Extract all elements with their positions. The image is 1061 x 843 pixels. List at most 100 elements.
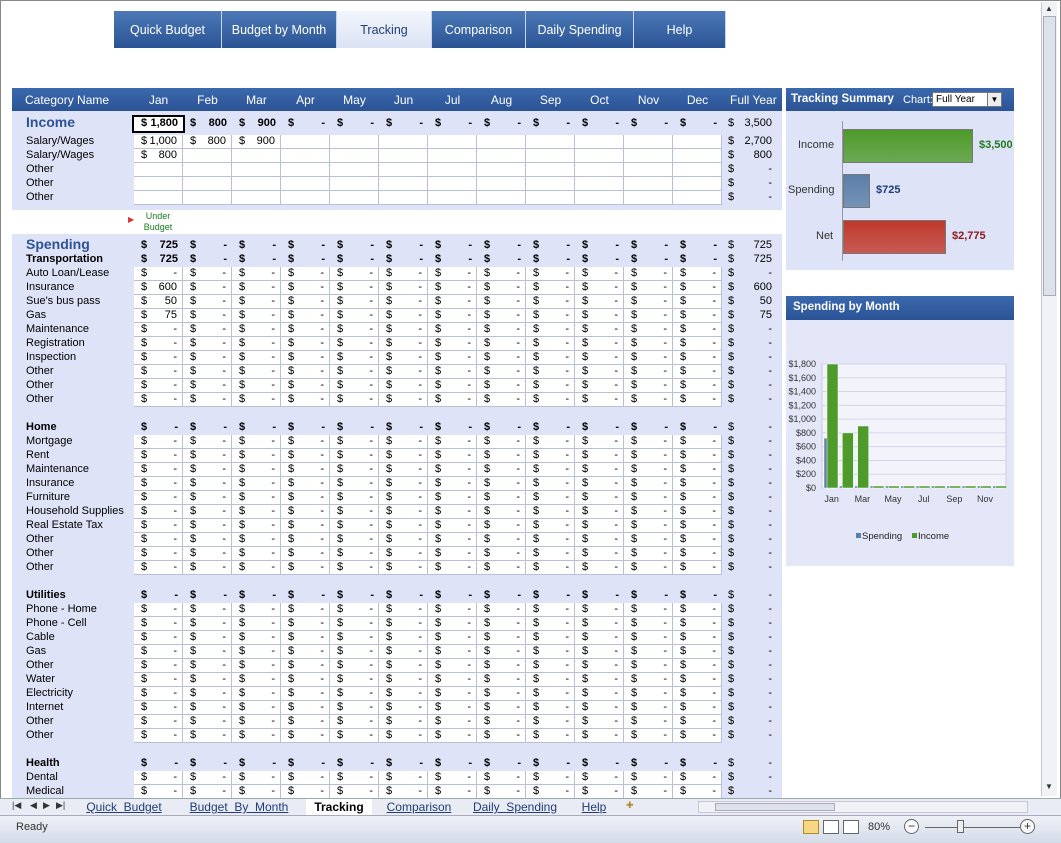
month-cell[interactable]: $ - bbox=[281, 519, 330, 533]
month-cell[interactable]: $ - bbox=[477, 281, 526, 295]
month-cell[interactable]: $ - bbox=[526, 715, 575, 729]
month-cell[interactable]: $ - bbox=[183, 589, 232, 603]
month-cell[interactable]: $ - bbox=[428, 589, 477, 603]
month-cell[interactable]: $ - bbox=[330, 701, 379, 715]
month-cell[interactable]: $ - bbox=[330, 309, 379, 323]
month-cell[interactable]: $ - bbox=[575, 561, 624, 575]
month-cell[interactable] bbox=[330, 191, 379, 205]
month-cell[interactable]: $ - bbox=[330, 631, 379, 645]
month-cell[interactable]: $ - bbox=[281, 421, 330, 435]
month-cell[interactable]: $ - bbox=[575, 337, 624, 351]
month-cell[interactable]: $ - bbox=[281, 295, 330, 309]
month-cell[interactable]: $ - bbox=[330, 659, 379, 673]
month-cell[interactable]: $900 bbox=[232, 117, 281, 131]
month-cell[interactable]: $ - bbox=[232, 701, 281, 715]
month-cell[interactable]: $ - bbox=[281, 617, 330, 631]
month-cell[interactable]: $ - bbox=[232, 379, 281, 393]
month-cell[interactable]: $ - bbox=[526, 239, 575, 253]
month-cell[interactable]: $ - bbox=[330, 239, 379, 253]
nav-tab-help[interactable]: Help bbox=[634, 11, 726, 48]
month-cell[interactable]: $ - bbox=[134, 351, 183, 365]
month-cell[interactable]: $ - bbox=[232, 785, 281, 799]
month-cell[interactable]: $ - bbox=[624, 379, 673, 393]
month-cell[interactable]: $ - bbox=[232, 449, 281, 463]
month-cell[interactable] bbox=[673, 177, 722, 191]
month-cell[interactable]: $ - bbox=[379, 505, 428, 519]
month-cell[interactable]: $ - bbox=[575, 281, 624, 295]
month-cell[interactable]: $ - bbox=[624, 645, 673, 659]
month-cell[interactable]: $ - bbox=[183, 295, 232, 309]
prev-sheet-icon[interactable]: ◀ bbox=[30, 800, 37, 811]
month-cell[interactable]: $ - bbox=[624, 267, 673, 281]
month-cell[interactable]: $ - bbox=[232, 771, 281, 785]
month-cell[interactable]: $ - bbox=[477, 547, 526, 561]
month-cell[interactable]: $ - bbox=[232, 309, 281, 323]
month-cell[interactable]: $ - bbox=[183, 239, 232, 253]
month-cell[interactable]: $ - bbox=[526, 631, 575, 645]
month-cell[interactable]: $ - bbox=[183, 477, 232, 491]
month-cell[interactable]: $ - bbox=[232, 631, 281, 645]
month-cell[interactable]: $ - bbox=[526, 323, 575, 337]
month-cell[interactable] bbox=[673, 191, 722, 205]
month-cell[interactable]: $800 bbox=[183, 117, 232, 131]
month-cell[interactable]: $ - bbox=[575, 295, 624, 309]
month-cell[interactable]: $ - bbox=[526, 365, 575, 379]
month-cell[interactable]: $ - bbox=[673, 393, 722, 407]
month-cell[interactable]: $ - bbox=[183, 687, 232, 701]
month-cell[interactable] bbox=[575, 191, 624, 205]
month-cell[interactable]: $ - bbox=[183, 267, 232, 281]
month-cell[interactable]: $ - bbox=[575, 491, 624, 505]
month-cell[interactable]: $ - bbox=[183, 365, 232, 379]
month-cell[interactable]: $ - bbox=[477, 463, 526, 477]
month-cell[interactable]: $ - bbox=[379, 491, 428, 505]
month-cell[interactable]: $ - bbox=[428, 309, 477, 323]
month-cell[interactable] bbox=[526, 163, 575, 177]
month-cell[interactable]: $ - bbox=[281, 365, 330, 379]
month-cell[interactable]: $ - bbox=[673, 117, 722, 131]
month-cell[interactable]: $ - bbox=[477, 267, 526, 281]
month-cell[interactable]: $ - bbox=[281, 491, 330, 505]
month-cell[interactable]: $ - bbox=[428, 715, 477, 729]
month-cell[interactable]: $ - bbox=[134, 687, 183, 701]
month-cell[interactable]: $ - bbox=[232, 253, 281, 267]
month-cell[interactable]: $ - bbox=[281, 267, 330, 281]
month-cell[interactable]: $ - bbox=[428, 117, 477, 131]
month-cell[interactable]: $ - bbox=[379, 519, 428, 533]
month-cell[interactable]: $ - bbox=[134, 519, 183, 533]
month-cell[interactable]: $ - bbox=[281, 239, 330, 253]
month-cell[interactable]: $ - bbox=[379, 309, 428, 323]
month-cell[interactable]: $ - bbox=[575, 351, 624, 365]
month-cell[interactable]: $ - bbox=[232, 687, 281, 701]
month-cell[interactable]: $ - bbox=[575, 659, 624, 673]
month-cell[interactable]: $ - bbox=[526, 379, 575, 393]
month-cell[interactable]: $ - bbox=[673, 463, 722, 477]
month-cell[interactable]: $ - bbox=[232, 757, 281, 771]
month-cell[interactable]: $ - bbox=[379, 421, 428, 435]
month-cell[interactable]: $ - bbox=[477, 631, 526, 645]
month-cell[interactable]: $ - bbox=[428, 463, 477, 477]
month-cell[interactable]: $ - bbox=[575, 589, 624, 603]
month-cell[interactable]: $800 bbox=[183, 135, 232, 149]
horizontal-scrollbar[interactable] bbox=[698, 801, 1028, 813]
month-cell[interactable]: $ - bbox=[624, 337, 673, 351]
month-cell[interactable]: $ - bbox=[673, 435, 722, 449]
month-cell[interactable]: $ - bbox=[428, 659, 477, 673]
month-cell[interactable]: $ - bbox=[624, 785, 673, 799]
month-cell[interactable]: $ - bbox=[428, 435, 477, 449]
month-cell[interactable]: $ - bbox=[232, 239, 281, 253]
month-cell[interactable]: $ - bbox=[526, 449, 575, 463]
month-cell[interactable] bbox=[134, 163, 183, 177]
month-cell[interactable]: $ - bbox=[379, 295, 428, 309]
month-cell[interactable]: $ - bbox=[624, 505, 673, 519]
month-cell[interactable] bbox=[575, 149, 624, 163]
month-cell[interactable]: $ - bbox=[134, 729, 183, 743]
month-cell[interactable] bbox=[428, 177, 477, 191]
month-cell[interactable]: $ - bbox=[183, 533, 232, 547]
month-cell[interactable]: $ - bbox=[526, 421, 575, 435]
month-cell[interactable]: $ - bbox=[379, 645, 428, 659]
month-cell[interactable]: $ - bbox=[379, 379, 428, 393]
month-cell[interactable]: $ - bbox=[624, 519, 673, 533]
month-cell[interactable] bbox=[232, 163, 281, 177]
month-cell[interactable]: $ - bbox=[232, 365, 281, 379]
month-cell[interactable]: $ - bbox=[575, 267, 624, 281]
